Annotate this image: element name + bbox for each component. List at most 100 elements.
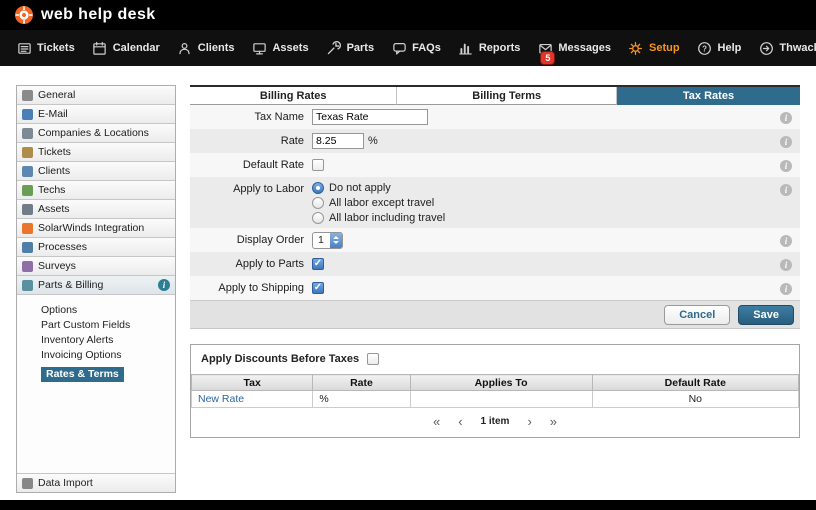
svg-text:?: ?	[702, 44, 707, 53]
nav-faqs[interactable]: FAQs	[391, 40, 441, 56]
first-page-icon[interactable]: «	[433, 415, 440, 428]
nav-calendar[interactable]: Calendar	[92, 40, 160, 56]
stepper-arrows-icon	[330, 233, 342, 248]
nav-label: FAQs	[412, 42, 441, 54]
parts-billing-subnav: Options Part Custom Fields Inventory Ale…	[17, 295, 175, 385]
sidebar-item-general[interactable]: General	[17, 86, 175, 105]
main-nav: Tickets Calendar Clients Assets	[0, 30, 816, 66]
radio-label: Do not apply	[329, 182, 391, 194]
sidebar-item-parts-billing[interactable]: Parts & Billing i	[17, 276, 175, 295]
parts-icon	[326, 40, 342, 56]
subnav-part-custom-fields[interactable]: Part Custom Fields	[41, 319, 171, 331]
subnav-rates-terms[interactable]: Rates & Terms	[41, 367, 124, 382]
sidebar-item-assets[interactable]: Assets	[17, 200, 175, 219]
sidebar-item-processes[interactable]: Processes	[17, 238, 175, 257]
info-icon[interactable]: i	[780, 136, 792, 148]
pagination: « ‹ 1 item › »	[191, 408, 799, 437]
sidebar-item-label: Techs	[38, 184, 65, 196]
solarwinds-icon	[22, 223, 33, 234]
tax-name-input[interactable]	[312, 109, 428, 125]
nav-reports[interactable]: Reports	[458, 40, 521, 56]
nav-setup[interactable]: Setup	[628, 40, 680, 56]
labor-option-all-except-travel[interactable]: All labor except travel	[312, 197, 434, 209]
tax-rate-form: Tax Name i Rate % i Default Rate i Apply…	[190, 105, 800, 329]
sidebar-item-techs[interactable]: Techs	[17, 181, 175, 200]
nav-label: Clients	[198, 42, 235, 54]
radio-label: All labor including travel	[329, 212, 445, 224]
tab-billing-rates[interactable]: Billing Rates	[190, 87, 397, 105]
parts-billing-icon	[22, 280, 33, 291]
field-label: Rate	[190, 135, 312, 147]
sidebar-item-companies-locations[interactable]: Companies & Locations	[17, 124, 175, 143]
messages-unread-badge: 5	[541, 52, 554, 64]
clients-icon	[177, 40, 193, 56]
sidebar-item-clients[interactable]: Clients	[17, 162, 175, 181]
field-label: Apply to Parts	[190, 258, 312, 270]
sidebar-item-data-import[interactable]: Data Import	[17, 473, 175, 492]
ticket-icon	[22, 147, 33, 158]
apply-discounts-checkbox[interactable]	[367, 353, 379, 365]
sidebar-item-email[interactable]: E-Mail	[17, 105, 175, 124]
sidebar-item-solarwinds-integration[interactable]: SolarWinds Integration	[17, 219, 175, 238]
nav-label: Thwack	[779, 42, 816, 54]
thwack-icon	[758, 40, 774, 56]
nav-assets[interactable]: Assets	[251, 40, 308, 56]
tab-billing-terms[interactable]: Billing Terms	[397, 87, 617, 105]
tab-bar: Billing Rates Billing Terms Tax Rates	[190, 85, 800, 105]
tab-tax-rates[interactable]: Tax Rates	[617, 87, 800, 105]
nav-tickets[interactable]: Tickets	[16, 40, 75, 56]
parts-billing-info-icon[interactable]: i	[158, 279, 170, 291]
nav-help[interactable]: ? Help	[697, 40, 742, 56]
assets-icon	[251, 40, 267, 56]
apply-discounts-label: Apply Discounts Before Taxes	[201, 353, 359, 365]
app-title: web help desk	[41, 6, 156, 24]
nav-clients[interactable]: Clients	[177, 40, 235, 56]
help-icon: ?	[697, 40, 713, 56]
subnav-invoicing-options[interactable]: Invoicing Options	[41, 349, 171, 361]
nav-parts[interactable]: Parts	[326, 40, 375, 56]
save-button[interactable]: Save	[738, 305, 794, 325]
info-icon[interactable]: i	[780, 283, 792, 295]
check-icon: ✓	[314, 259, 322, 269]
last-page-icon[interactable]: »	[550, 415, 557, 428]
sidebar-item-surveys[interactable]: Surveys	[17, 257, 175, 276]
nav-label: Assets	[272, 42, 308, 54]
subnav-inventory-alerts[interactable]: Inventory Alerts	[41, 334, 171, 346]
display-order-select[interactable]: 1	[312, 232, 343, 249]
check-icon: ✓	[314, 283, 322, 293]
tech-person-icon	[22, 185, 33, 196]
labor-option-do-not-apply[interactable]: Do not apply	[312, 182, 391, 194]
prev-page-icon[interactable]: ‹	[458, 415, 462, 428]
sidebar-item-label: Tickets	[38, 146, 71, 158]
bottom-bar	[0, 500, 816, 510]
apply-to-parts-checkbox[interactable]: ✓	[312, 258, 324, 270]
sidebar-item-tickets[interactable]: Tickets	[17, 143, 175, 162]
processes-flow-icon	[22, 242, 33, 253]
info-icon[interactable]: i	[780, 160, 792, 172]
next-page-icon[interactable]: ›	[527, 415, 531, 428]
row-rate-cell: %	[313, 391, 410, 408]
radio-label: All labor except travel	[329, 197, 434, 209]
labor-option-all-including-travel[interactable]: All labor including travel	[312, 212, 445, 224]
subnav-options[interactable]: Options	[41, 304, 171, 316]
form-row-tax-name: Tax Name i	[190, 105, 800, 129]
sidebar-item-label: Surveys	[38, 260, 76, 272]
form-row-default-rate: Default Rate i	[190, 153, 800, 177]
form-row-rate: Rate % i	[190, 129, 800, 153]
field-label: Tax Name	[190, 111, 312, 123]
cancel-button[interactable]: Cancel	[664, 305, 730, 325]
default-rate-checkbox[interactable]	[312, 159, 324, 171]
nav-messages[interactable]: Messages 5	[537, 40, 611, 56]
info-icon[interactable]: i	[780, 184, 792, 196]
info-icon[interactable]: i	[780, 235, 792, 247]
info-icon[interactable]: i	[780, 112, 792, 124]
new-rate-link[interactable]: New Rate	[198, 393, 244, 405]
form-button-bar: Cancel Save	[190, 300, 800, 329]
asset-monitor-icon	[22, 204, 33, 215]
info-icon[interactable]: i	[780, 259, 792, 271]
logo: web help desk	[14, 5, 336, 25]
nav-thwack[interactable]: Thwack	[758, 40, 816, 56]
nav-label: Reports	[479, 42, 521, 54]
apply-to-shipping-checkbox[interactable]: ✓	[312, 282, 324, 294]
rate-input[interactable]	[312, 133, 364, 149]
